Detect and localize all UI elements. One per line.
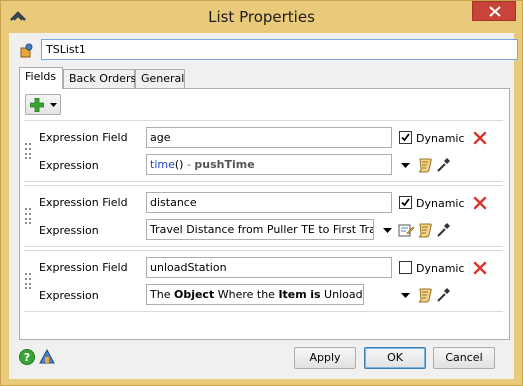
object-icon <box>20 43 33 58</box>
tree-icon[interactable] <box>39 349 55 365</box>
check-icon <box>401 198 410 207</box>
add-icon <box>30 98 44 112</box>
expression-text: Unloaded <box>324 288 363 301</box>
expression-input[interactable]: Travel Distance from Puller TE to First … <box>146 219 374 240</box>
expression-input[interactable]: The Object Where the Item is Unloaded <box>146 284 364 305</box>
close-icon <box>489 6 501 17</box>
eyedropper-icon[interactable] <box>434 221 452 239</box>
expression-text: The <box>150 288 174 301</box>
svg-text:?: ? <box>24 351 30 364</box>
apply-button[interactable]: Apply <box>294 347 356 369</box>
eyedropper-icon[interactable] <box>434 286 452 304</box>
dynamic-checkbox[interactable] <box>399 196 412 209</box>
tab-general[interactable]: General <box>135 69 185 88</box>
grip-icon[interactable] <box>25 143 31 159</box>
delete-icon[interactable] <box>473 196 487 210</box>
expression-field-input[interactable]: distance <box>146 192 392 213</box>
expression-keyword: Object <box>173 288 215 301</box>
expression-field-label: Expression Field <box>39 196 128 209</box>
script-icon[interactable] <box>416 221 434 239</box>
cancel-button[interactable]: Cancel <box>433 347 495 369</box>
expression-field-input[interactable]: unloadStation <box>146 257 392 278</box>
eyedropper-icon[interactable] <box>434 156 452 174</box>
expression-variable: pushTime <box>194 158 255 171</box>
window-title: List Properties <box>208 8 315 26</box>
delete-icon[interactable] <box>473 261 487 275</box>
dropdown-arrow-icon[interactable] <box>401 163 410 169</box>
ok-button[interactable]: OK <box>364 347 426 369</box>
name-input[interactable]: TSList1 <box>41 39 518 60</box>
dialog-body: TSList1 Fields Back Orders General Expre… <box>9 33 518 379</box>
add-field-button[interactable] <box>25 94 61 115</box>
expression-text: Where the <box>214 288 279 301</box>
dynamic-label: Dynamic <box>416 262 465 275</box>
title-bar[interactable]: List Properties <box>1 1 522 33</box>
expression-function: time <box>150 158 175 171</box>
tab-back-orders[interactable]: Back Orders <box>63 69 136 88</box>
chevron-down-icon <box>50 103 57 107</box>
check-icon <box>401 133 410 142</box>
grip-icon[interactable] <box>25 273 31 289</box>
expression-keyword: is <box>310 288 321 301</box>
expression-keyword: Item <box>278 288 307 301</box>
dropdown-arrow-icon[interactable] <box>383 228 392 234</box>
expression-label: Expression <box>39 159 99 172</box>
expression-label: Expression <box>39 289 99 302</box>
delete-icon[interactable] <box>473 131 487 145</box>
grip-icon[interactable] <box>25 208 31 224</box>
dropdown-arrow-icon[interactable] <box>401 293 410 299</box>
script-icon[interactable] <box>416 286 434 304</box>
dynamic-label: Dynamic <box>416 132 465 145</box>
expression-field-input[interactable]: age <box>146 127 392 148</box>
list-properties-window: List Properties TSList1 Fields Back Orde… <box>0 0 523 386</box>
expression-field-label: Expression Field <box>39 131 128 144</box>
script-icon[interactable] <box>416 156 434 174</box>
code-edit-icon[interactable] <box>397 221 415 239</box>
field-group-age: Expression Field age Dynamic Expression … <box>24 120 503 182</box>
fields-panel: Expression Field age Dynamic Expression … <box>19 88 510 340</box>
expression-field-label: Expression Field <box>39 261 128 274</box>
expression-label: Expression <box>39 224 99 237</box>
dynamic-label: Dynamic <box>416 197 465 210</box>
dynamic-checkbox[interactable] <box>399 261 412 274</box>
expression-input[interactable]: time() - pushTime <box>146 154 392 175</box>
help-icon[interactable]: ? <box>19 349 35 365</box>
field-group-unload-station: Expression Field unloadStation Dynamic E… <box>24 250 503 312</box>
expression-operator: - <box>183 158 195 171</box>
field-group-distance: Expression Field distance Dynamic Expres… <box>24 185 503 247</box>
dynamic-checkbox[interactable] <box>399 131 412 144</box>
close-button[interactable] <box>472 1 516 21</box>
tab-fields[interactable]: Fields <box>19 67 63 89</box>
